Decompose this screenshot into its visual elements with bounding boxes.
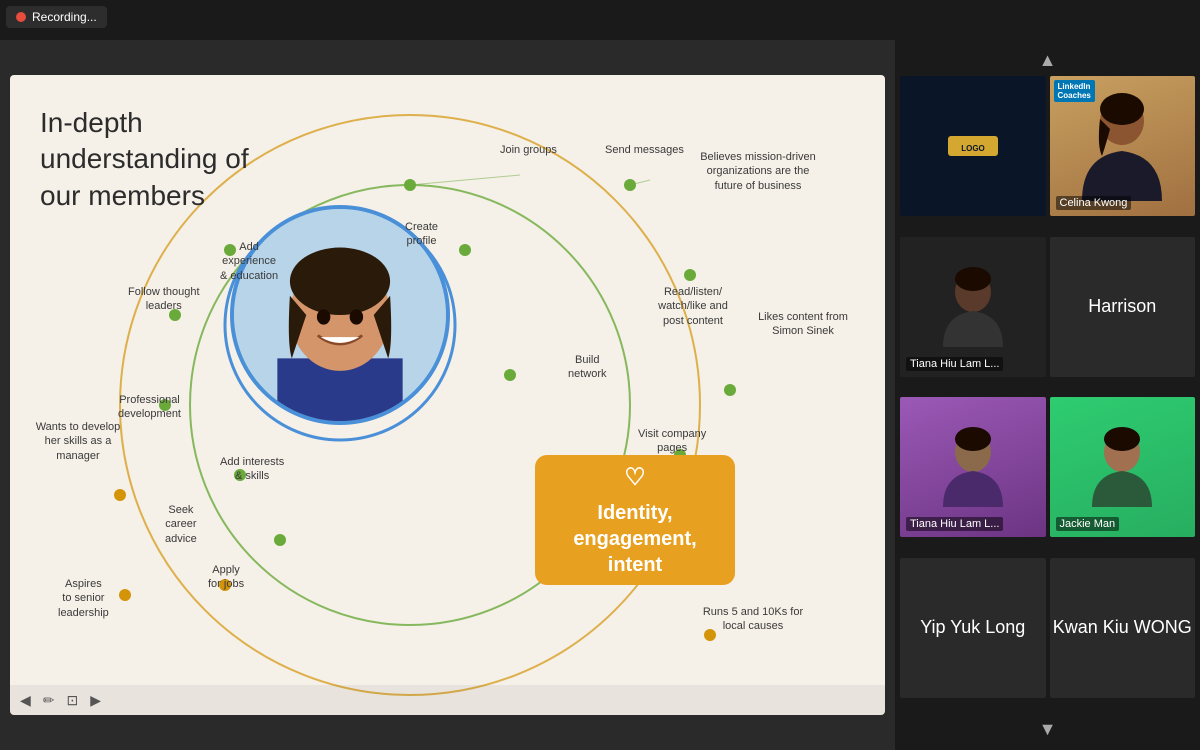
linkedin-badge: LinkedInCoaches: [1054, 80, 1095, 102]
participant-cell-kwan: Kwan Kiu WONG: [1050, 558, 1196, 698]
label-wants-to: Wants to develop her skills as a manager: [28, 420, 128, 463]
label-prof-dev: Professionaldevelopment: [118, 393, 181, 422]
participant-cell-logo: LOGO: [900, 76, 1046, 216]
label-aspires: Aspiresto seniorleadership: [58, 577, 109, 620]
toolbar-forward-icon[interactable]: ▶: [90, 692, 101, 709]
jackie-name-label: Jackie Man: [1056, 517, 1120, 531]
slide-content: In-depth understanding of our members: [10, 75, 885, 715]
label-join-groups: Join groups: [500, 143, 557, 157]
recording-label: Recording...: [32, 10, 97, 24]
slide-toolbar: ◀ ✏ ⊡ ▶: [10, 685, 885, 715]
label-apply-jobs: Applyfor jobs: [208, 563, 244, 592]
participant-cell-harrison: Harrison: [1050, 237, 1196, 377]
label-likes-content: Likes content from Simon Sinek: [758, 310, 848, 339]
participant-cell-jackie: Jackie Man: [1050, 397, 1196, 537]
identity-text: Identity,engagement,intent: [573, 500, 696, 578]
harrison-name: Harrison: [1088, 296, 1156, 317]
celina-silhouette: [1072, 91, 1172, 201]
right-panel: ▲ LOGO LinkedInCoaches: [895, 40, 1200, 750]
celina-name-label: Celina Kwong: [1056, 196, 1132, 210]
label-add-interests: Add interests& skills: [220, 455, 284, 484]
heart-icon: ♡: [624, 462, 646, 493]
participant-logo-icon: LOGO: [943, 126, 1003, 166]
label-send-messages: Send messages: [605, 143, 684, 157]
label-follow-thought: Follow thoughtleaders: [128, 285, 200, 314]
recording-dot: [16, 12, 26, 22]
identity-badge: ♡ Identity,engagement,intent: [535, 455, 735, 585]
label-believes: Believes mission-driven organizations ar…: [698, 150, 818, 193]
slide-area: In-depth understanding of our members: [0, 40, 895, 750]
tiana2-silhouette: [938, 427, 1008, 507]
label-read-listen: Read/listen/ watch/like and post content: [648, 285, 738, 328]
label-visit-company: Visit companypages: [638, 427, 706, 456]
tiana-silhouette: [938, 267, 1008, 347]
svg-text:LOGO: LOGO: [961, 144, 985, 153]
participant-cell-tiana: Tiana Hiu Lam L...: [900, 237, 1046, 377]
label-runs: Runs 5 and 10Ks for local causes: [698, 605, 808, 634]
tiana2-name-label: Tiana Hiu Lam L...: [906, 517, 1003, 531]
participant-cell-tiana2: Tiana Hiu Lam L...: [900, 397, 1046, 537]
participant-cell-celina: LinkedInCoaches Celina Kwong: [1050, 76, 1196, 216]
label-seek-career: Seekcareeradvice: [165, 503, 197, 546]
toolbar-frame-icon[interactable]: ⊡: [67, 692, 79, 709]
toolbar-back-icon[interactable]: ◀: [20, 692, 31, 709]
participant-cell-yip: Yip Yuk Long: [900, 558, 1046, 698]
nav-up-button[interactable]: ▲: [900, 45, 1195, 76]
yip-name: Yip Yuk Long: [920, 617, 1025, 638]
label-build-network: Buildnetwork: [568, 353, 607, 382]
label-create-profile: Createprofile: [405, 220, 438, 249]
recording-badge: Recording...: [6, 6, 107, 28]
participants-grid: LOGO LinkedInCoaches Celina Kwong: [900, 76, 1195, 714]
kwan-name: Kwan Kiu WONG: [1053, 617, 1192, 638]
nav-down-button[interactable]: ▼: [900, 714, 1195, 745]
toolbar-pencil-icon[interactable]: ✏: [43, 692, 55, 709]
label-add-exp: Addexperience& education: [220, 240, 278, 283]
jackie-silhouette: [1087, 427, 1157, 507]
tiana-name-label: Tiana Hiu Lam L...: [906, 357, 1003, 371]
main-layout: In-depth understanding of our members: [0, 0, 1200, 750]
slide-title: In-depth understanding of our members: [40, 105, 260, 214]
